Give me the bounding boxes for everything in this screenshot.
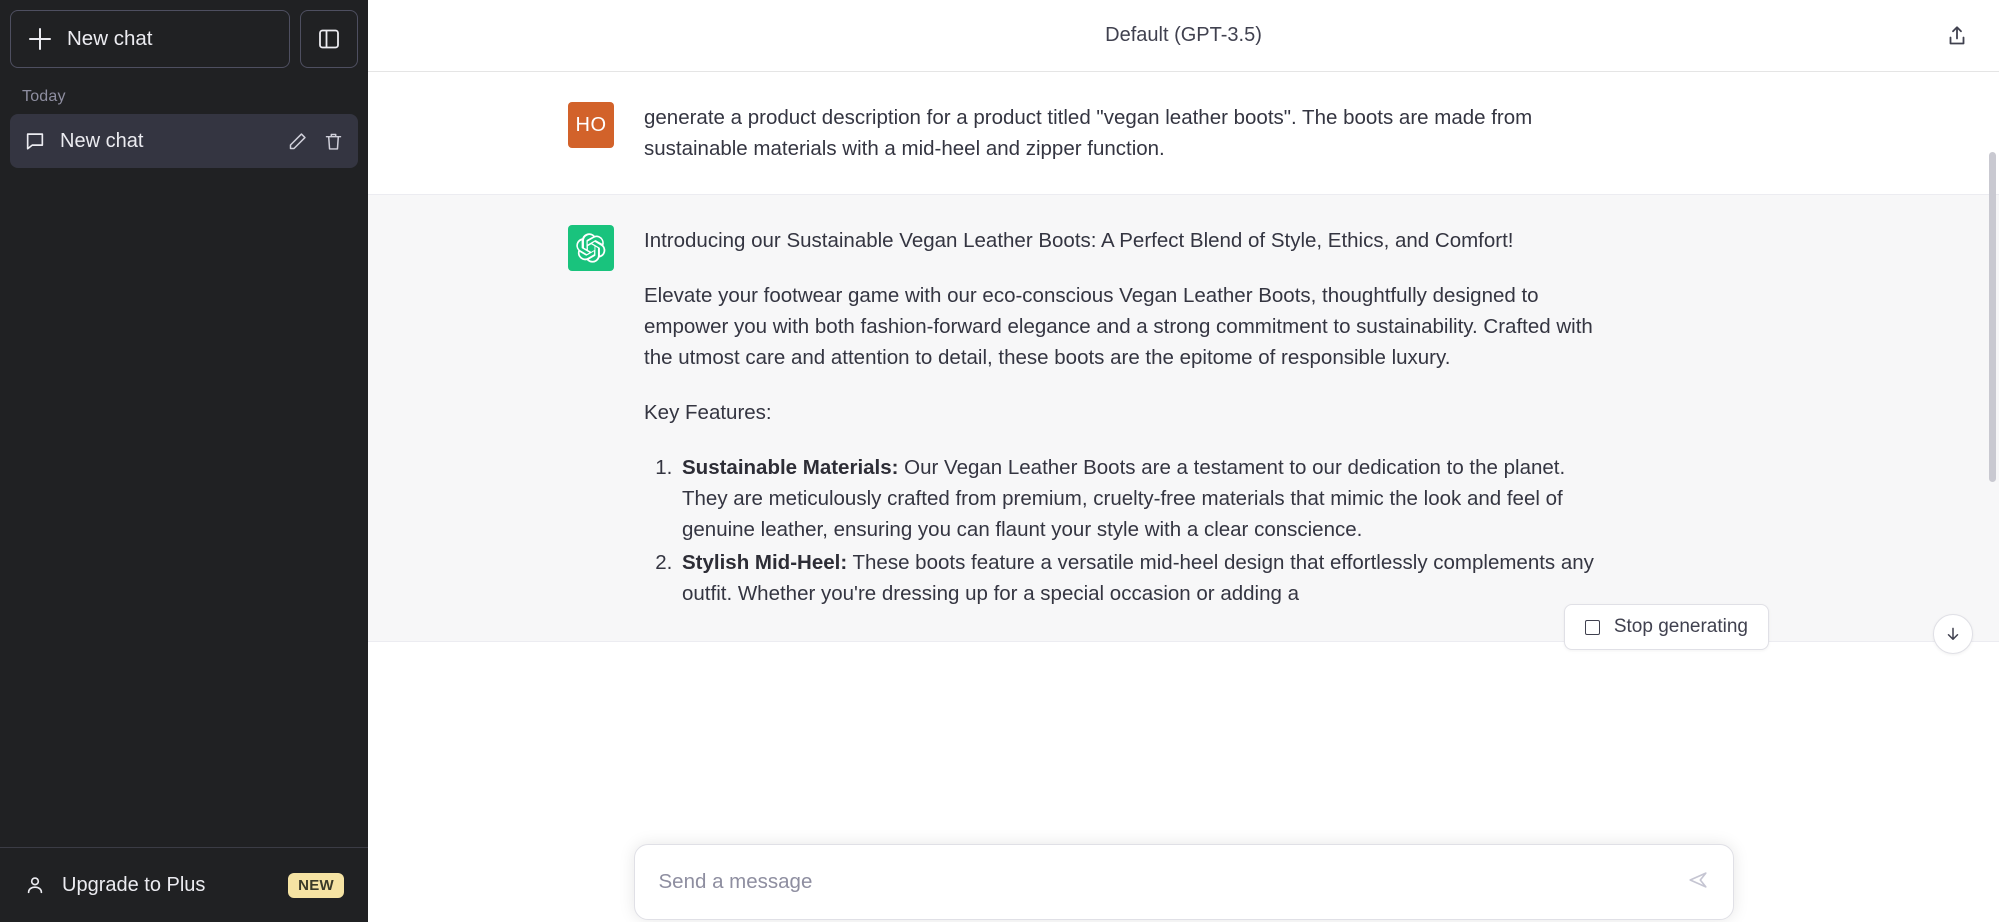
chatgpt-app: New chat Today New chat Upgrade to Plus …	[0, 0, 1999, 922]
list-item: Stylish Mid-Heel: These boots feature a …	[678, 547, 1608, 609]
message-input-placeholder[interactable]: Send a message	[659, 870, 813, 894]
message-composer[interactable]: Send a message	[633, 844, 1734, 920]
stop-generating-label: Stop generating	[1613, 616, 1748, 637]
list-item-lead: Sustainable Materials:	[682, 456, 899, 479]
chatgpt-logo-icon	[576, 233, 606, 263]
scroll-to-bottom-button[interactable]	[1933, 614, 1973, 654]
send-paper-plane-icon	[1688, 871, 1707, 888]
new-badge: NEW	[288, 872, 344, 898]
message-body-assistant: Introducing our Sustainable Vegan Leathe…	[644, 225, 1608, 611]
chat-item-actions	[286, 130, 344, 152]
avatar-assistant	[568, 225, 614, 271]
list-item-lead: Stylish Mid-Heel:	[682, 551, 848, 574]
avatar-initials: HO	[575, 113, 607, 136]
message-body-user: generate a product description for a pro…	[644, 102, 1608, 164]
chat-history-list: Today New chat	[0, 68, 368, 847]
paragraph-intro: Introducing our Sustainable Vegan Leathe…	[644, 229, 1514, 252]
model-title: Default (GPT-3.5)	[1105, 24, 1262, 46]
chat-bubble-icon	[26, 133, 44, 150]
sidebar-top: New chat	[0, 0, 368, 68]
message-user: HO generate a product description for a …	[368, 72, 1999, 194]
message-assistant: Introducing our Sustainable Vegan Leathe…	[368, 194, 1999, 642]
message-row: HO generate a product description for a …	[568, 72, 1608, 194]
paragraph-key-features: Key Features:	[644, 401, 772, 424]
thread-scrollbar[interactable]	[1989, 152, 1996, 482]
share-button[interactable]	[1937, 16, 1977, 56]
send-icon[interactable]	[1687, 869, 1709, 896]
list-item: Sustainable Materials: Our Vegan Leather…	[678, 452, 1608, 545]
feature-list: Sustainable Materials: Our Vegan Leather…	[644, 452, 1608, 609]
message-thread[interactable]: HO generate a product description for a …	[368, 72, 1999, 922]
plus-icon	[29, 28, 51, 50]
avatar-user: HO	[568, 102, 614, 148]
main-panel: Default (GPT-3.5) HO generate a product …	[368, 0, 1999, 922]
pencil-icon	[289, 132, 306, 149]
stop-square-icon	[1584, 619, 1600, 635]
stop-generating-button[interactable]: Stop generating	[1563, 604, 1769, 650]
message-row: Introducing our Sustainable Vegan Leathe…	[568, 195, 1608, 641]
new-chat-button[interactable]: New chat	[10, 10, 290, 68]
top-bar: Default (GPT-3.5)	[368, 0, 1999, 72]
trash-icon	[325, 133, 341, 150]
paragraph: generate a product description for a pro…	[644, 106, 1533, 160]
edit-chat-button[interactable]	[286, 130, 308, 152]
sidebar-bottom: Upgrade to Plus NEW	[0, 847, 368, 922]
new-chat-button-label: New chat	[67, 27, 153, 50]
sidebar: New chat Today New chat Upgrade to Plus …	[0, 0, 368, 922]
sidebar-collapse-icon	[319, 29, 339, 49]
person-icon	[27, 877, 43, 894]
delete-chat-button[interactable]	[322, 130, 344, 152]
arrow-down-icon	[1947, 627, 1959, 640]
chat-history-item-label: New chat	[60, 129, 144, 152]
upgrade-to-plus-button[interactable]: Upgrade to Plus NEW	[10, 858, 358, 912]
sidebar-collapse-button[interactable]	[300, 10, 358, 68]
history-section-label: Today	[22, 88, 66, 105]
share-upload-icon	[1949, 25, 1965, 44]
upgrade-label: Upgrade to Plus	[62, 873, 206, 896]
paragraph-elevate: Elevate your footwear game with our eco-…	[644, 284, 1593, 369]
chat-history-item-active[interactable]: New chat	[10, 114, 358, 168]
